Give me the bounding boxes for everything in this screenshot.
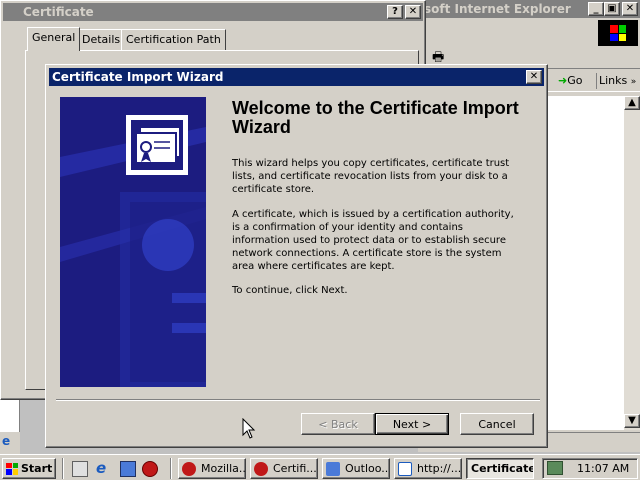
links-button[interactable]: Links » — [596, 73, 638, 89]
ie-status-icon: e — [2, 434, 11, 448]
task-certificate-browser[interactable]: Certifi... — [250, 458, 318, 479]
ie-close-button[interactable]: ✕ — [622, 2, 638, 16]
system-tray: 11:07 AM — [542, 458, 638, 479]
links-label: Links — [599, 74, 628, 87]
quicklaunch-ie-icon[interactable]: e — [96, 459, 106, 477]
help-button[interactable]: ? — [387, 5, 403, 19]
task-internet-explorer[interactable]: http://... — [394, 458, 462, 479]
wizard-banner-art — [60, 97, 206, 387]
wizard-close-button[interactable]: ✕ — [526, 70, 542, 84]
tab-certification-path-label: Certification Path — [126, 33, 221, 46]
tab-general[interactable]: General — [27, 27, 81, 51]
windows-flag-icon — [6, 462, 18, 475]
taskbar-divider — [62, 458, 64, 479]
ie-window-title: soft Internet Explorer — [424, 2, 571, 16]
ie-page-icon — [398, 462, 412, 476]
wizard-paragraph-1: This wizard helps you copy certificates,… — [232, 158, 510, 195]
back-label: < Back — [318, 417, 358, 431]
minimize-button[interactable]: _ — [588, 2, 604, 16]
show-desktop-icon[interactable] — [72, 461, 88, 477]
task-outlook-label: Outloo... — [345, 462, 390, 475]
scroll-down-icon[interactable]: ▼ — [624, 414, 640, 428]
windows-logo-icon — [598, 20, 638, 46]
wizard-banner-image — [60, 97, 206, 387]
mouse-cursor-icon — [242, 418, 256, 439]
mozilla-icon — [254, 462, 268, 476]
clock[interactable]: 11:07 AM — [577, 461, 629, 476]
tab-details-label: Details — [82, 33, 121, 46]
certificate-import-wizard: Certificate Import Wizard ✕ Welcome to t… — [45, 64, 548, 448]
cert-close-button[interactable]: ✕ — [405, 5, 421, 19]
task-mozilla-label: Mozilla... — [201, 462, 246, 475]
network-icon[interactable] — [547, 461, 563, 475]
wizard-paragraph-3: To continue, click Next. — [232, 285, 348, 296]
tab-general-label: General — [32, 31, 76, 44]
wizard-separator — [56, 399, 540, 401]
maximize-button[interactable]: ▣ — [604, 2, 620, 16]
cert-title-bar: Certificate — [3, 3, 423, 21]
task-mozilla[interactable]: Mozilla... — [178, 458, 246, 479]
quicklaunch-mozilla-icon[interactable] — [142, 461, 158, 477]
outlook-icon — [326, 462, 340, 476]
start-button[interactable]: Start — [2, 458, 56, 479]
quicklaunch-outlook-icon[interactable] — [120, 461, 136, 477]
ie-vertical-scrollbar[interactable]: ▲ ▼ — [624, 96, 640, 430]
cancel-label: Cancel — [478, 417, 516, 431]
go-label: Go — [567, 74, 583, 87]
help-icon: ? — [392, 6, 398, 17]
task-certificate[interactable]: Certificate — [466, 458, 534, 479]
close-icon: ✕ — [408, 6, 418, 17]
wizard-heading: Welcome to the Certificate Import Wizard — [232, 98, 519, 137]
mozilla-icon — [182, 462, 196, 476]
back-button[interactable]: < Back — [301, 413, 375, 435]
close-icon: ✕ — [529, 71, 539, 82]
cancel-button[interactable]: Cancel — [460, 413, 534, 435]
go-button[interactable]: ➜Go — [554, 73, 586, 89]
task-outlook[interactable]: Outloo... — [322, 458, 390, 479]
wizard-paragraph-2: A certificate, which is issued by a cert… — [232, 209, 514, 272]
wizard-title-bar: Certificate Import Wizard — [49, 68, 544, 86]
task-internet-explorer-label: http://... — [417, 462, 462, 475]
taskbar-divider — [170, 458, 172, 479]
task-certificate-label: Certificate — [471, 462, 534, 475]
wizard-title: Certificate Import Wizard — [52, 70, 224, 84]
tab-certification-path[interactable]: Certification Path — [121, 29, 226, 51]
start-label: Start — [21, 462, 53, 475]
next-button[interactable]: Next > — [375, 413, 449, 435]
cert-window-title: Certificate — [23, 5, 94, 19]
next-label: Next > — [392, 417, 432, 431]
taskbar: Start e Mozilla... Certifi... Outloo... … — [0, 454, 640, 480]
tab-details[interactable]: Details — [77, 29, 126, 51]
scroll-up-icon[interactable]: ▲ — [624, 96, 640, 110]
task-certificate-browser-label: Certifi... — [273, 462, 317, 475]
